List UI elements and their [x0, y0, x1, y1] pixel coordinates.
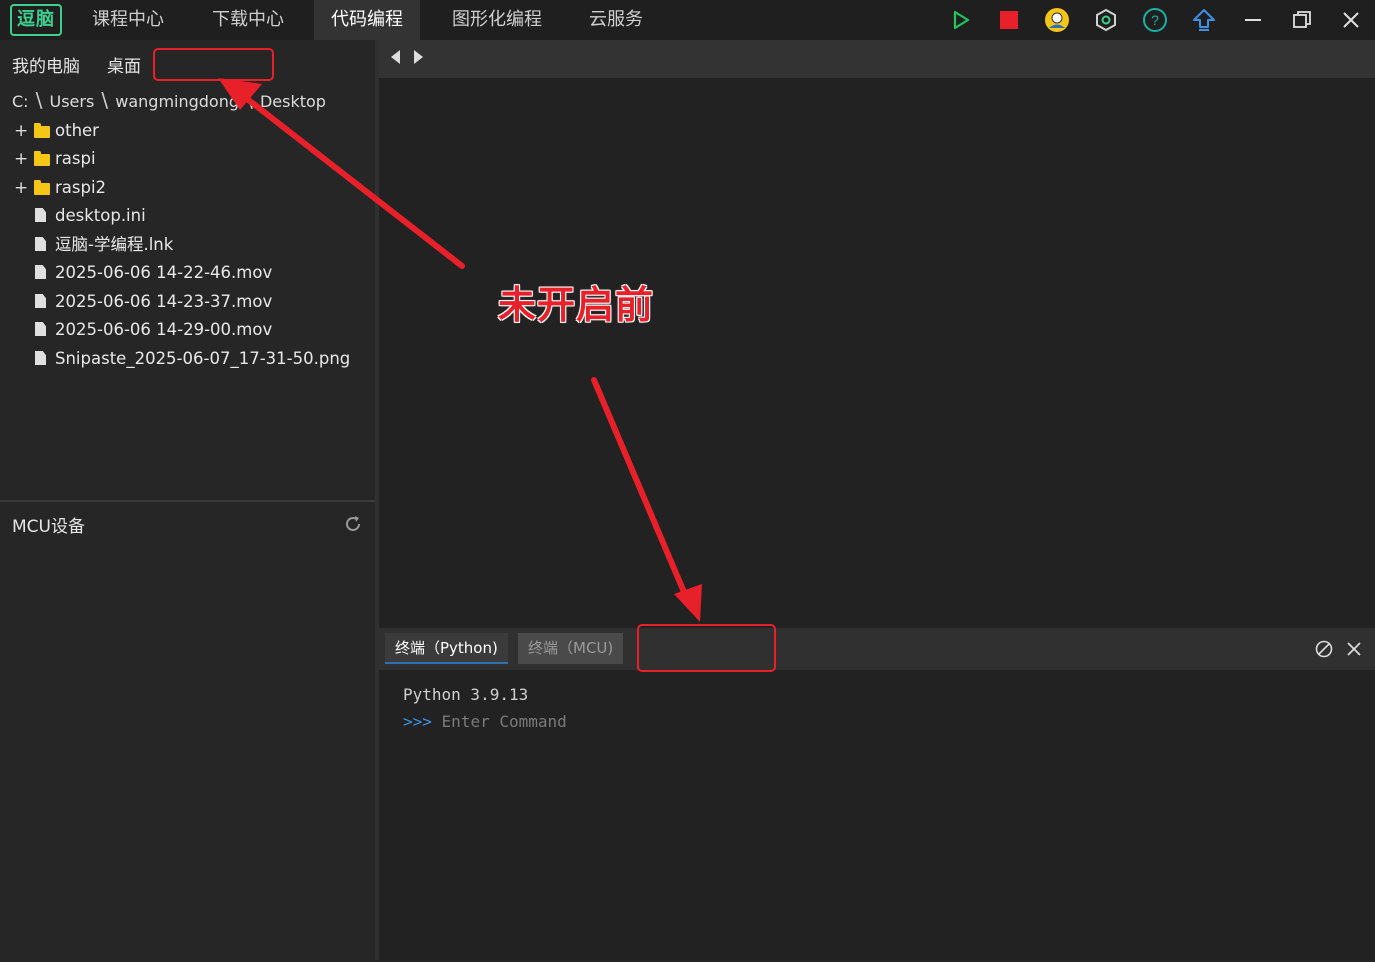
breadcrumb: C: \ Users \ wangmingdong \ Desktop — [12, 88, 326, 112]
nav-download-center[interactable]: 下载中心 — [198, 0, 298, 40]
clear-terminal-icon[interactable] — [1315, 640, 1333, 658]
close-terminal-icon[interactable] — [1345, 640, 1363, 658]
mcu-device-panel — [0, 500, 375, 962]
app-logo: 逗脑 — [10, 4, 62, 36]
file-icon — [35, 322, 46, 336]
breadcrumb-separator: \ — [101, 88, 109, 112]
command-line[interactable]: >>> Enter Command — [403, 712, 567, 731]
refresh-icon[interactable] — [343, 514, 363, 534]
annotation-highlight-box — [153, 48, 274, 81]
close-icon[interactable] — [1337, 6, 1365, 34]
folder-icon — [34, 123, 50, 138]
top-bar: 逗脑 课程中心 下载中心 代码编程 图形化编程 云服务 ? — [0, 0, 1375, 40]
annotation-highlight-box — [637, 624, 776, 672]
breadcrumb-desktop[interactable]: Desktop — [260, 92, 326, 111]
tab-my-computer[interactable]: 我的电脑 — [12, 52, 80, 77]
help-icon[interactable]: ? — [1141, 6, 1169, 34]
nav-course-center[interactable]: 课程中心 — [78, 0, 178, 40]
svg-text:?: ? — [1151, 12, 1159, 28]
tab-terminal-python[interactable]: 终端（Python) — [385, 633, 508, 664]
breadcrumb-user[interactable]: wangmingdong — [115, 92, 239, 111]
run-icon[interactable] — [947, 6, 975, 34]
tab-desktop[interactable]: 桌面 — [107, 52, 141, 77]
tree-item-label: other — [55, 121, 99, 140]
prompt-symbol: >>> — [403, 712, 432, 731]
expand-plus-icon[interactable]: + — [14, 117, 28, 145]
scroll-left-icon[interactable] — [391, 50, 400, 64]
file-icon — [35, 237, 46, 251]
user-avatar-icon[interactable] — [1043, 6, 1071, 34]
upload-icon[interactable] — [1190, 6, 1218, 34]
breadcrumb-users[interactable]: Users — [50, 92, 95, 111]
tree-item-label: desktop.ini — [55, 206, 146, 225]
tree-item-label: raspi — [55, 149, 96, 168]
tree-item-label: 2025-06-06 14-22-46.mov — [55, 263, 273, 282]
stop-icon[interactable] — [995, 6, 1023, 34]
tree-item-label: Snipaste_2025-06-07_17-31-50.png — [55, 349, 351, 368]
expand-plus-icon[interactable]: + — [14, 174, 28, 202]
editor-tab-bar — [379, 40, 1375, 78]
terminal-output[interactable]: Python 3.9.13 >>> Enter Command — [379, 670, 1375, 960]
nav-code-programming[interactable]: 代码编程 — [314, 0, 420, 40]
file-icon — [35, 208, 46, 222]
annotation-caption: 未开启前 — [498, 283, 655, 327]
expand-plus-icon[interactable]: + — [14, 145, 28, 173]
breadcrumb-drive[interactable]: C: — [12, 92, 29, 111]
nav-cloud-service[interactable]: 云服务 — [576, 0, 656, 40]
tree-item-label: 2025-06-06 14-23-37.mov — [55, 292, 273, 311]
python-version-line: Python 3.9.13 — [403, 685, 529, 704]
file-icon — [35, 351, 46, 365]
restore-icon[interactable] — [1288, 6, 1316, 34]
settings-hex-icon[interactable] — [1092, 6, 1120, 34]
file-icon — [35, 265, 46, 279]
breadcrumb-separator: \ — [35, 88, 43, 112]
terminal-tab-bar: 终端（Python) 终端（MCU) — [379, 628, 1375, 670]
mcu-panel-title: MCU设备 — [12, 517, 85, 537]
command-input-placeholder[interactable]: Enter Command — [442, 712, 567, 731]
code-editor[interactable] — [379, 78, 1375, 628]
minimize-icon[interactable] — [1239, 6, 1267, 34]
folder-icon — [34, 180, 50, 195]
tree-item-label: 2025-06-06 14-29-00.mov — [55, 320, 273, 339]
tree-item-label: 逗脑-学编程.lnk — [55, 235, 174, 254]
tab-terminal-mcu[interactable]: 终端（MCU) — [518, 633, 624, 664]
scroll-right-icon[interactable] — [414, 50, 423, 64]
file-icon — [35, 294, 46, 308]
tree-item-label: raspi2 — [55, 178, 107, 197]
breadcrumb-separator: \ — [246, 88, 253, 112]
nav-graphical-programming[interactable]: 图形化编程 — [438, 0, 556, 40]
folder-icon — [34, 151, 50, 166]
